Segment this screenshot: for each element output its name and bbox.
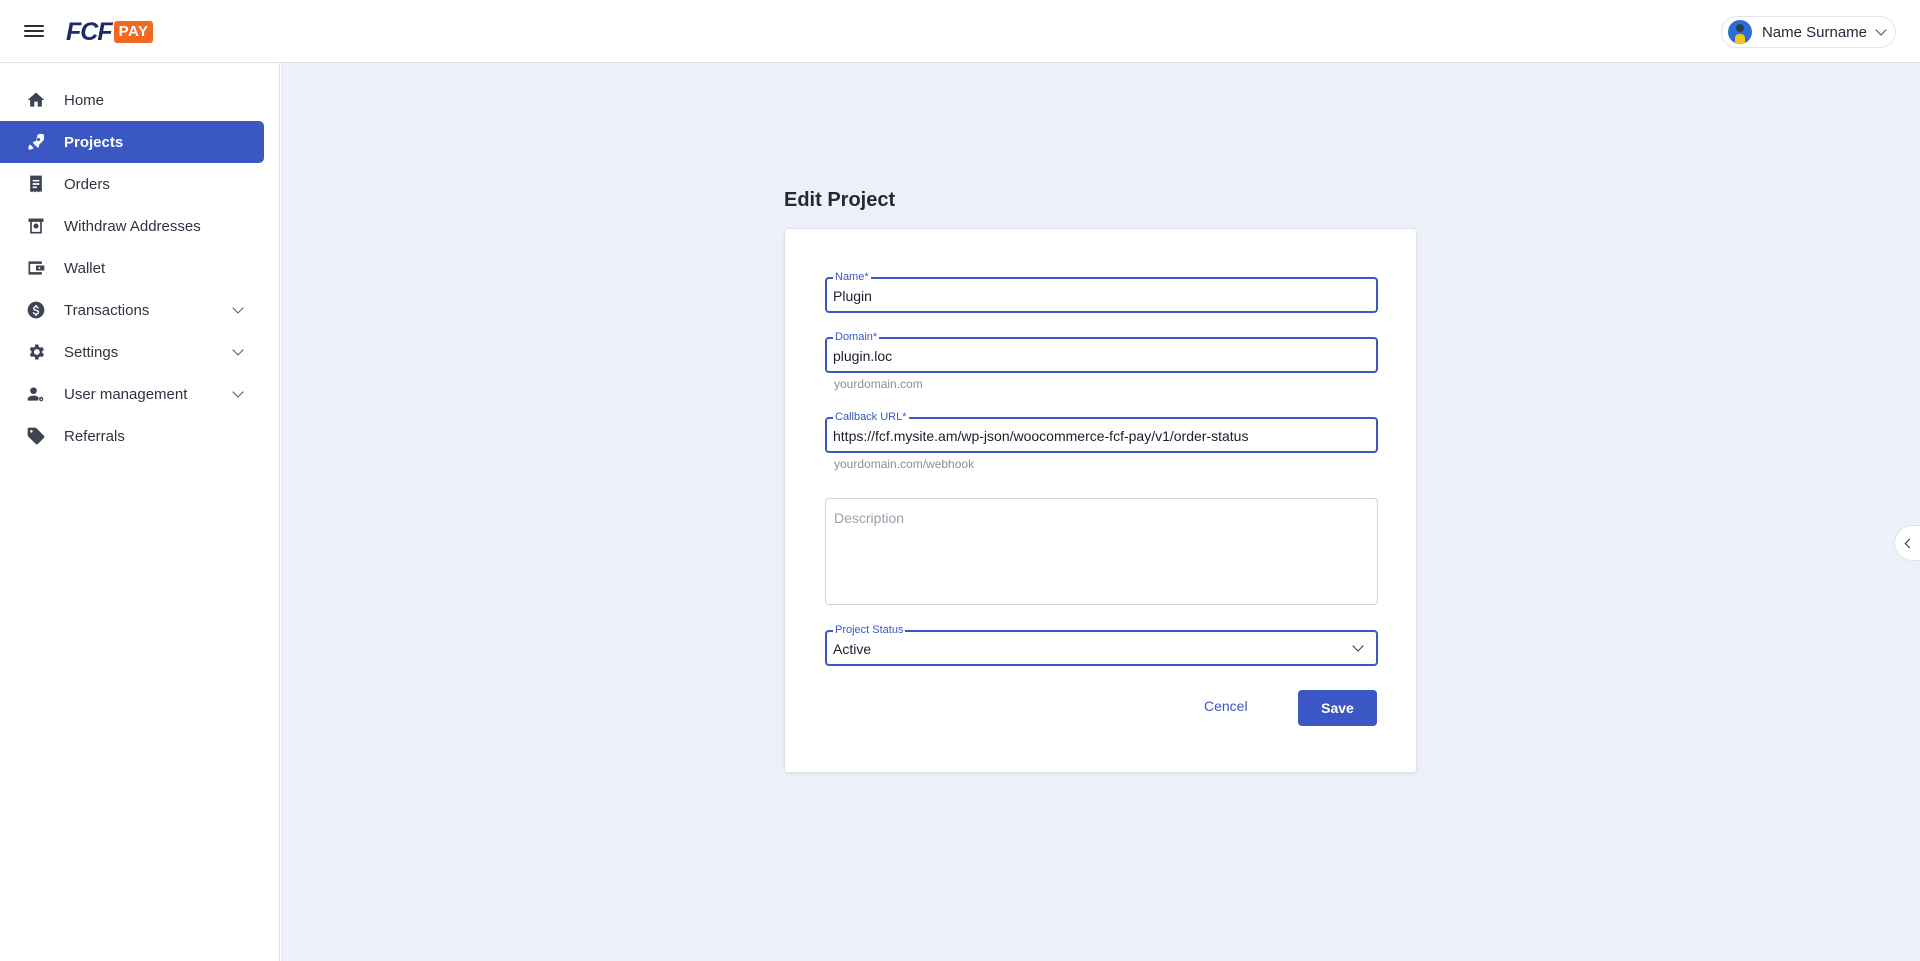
rocket-icon <box>26 132 46 152</box>
callback-url-label: Callback URL* <box>833 411 909 423</box>
home-icon <box>26 90 46 110</box>
user-gear-icon <box>26 384 46 404</box>
sidebar-item-projects[interactable]: Projects <box>0 121 264 163</box>
wallet-icon <box>26 258 46 278</box>
sidebar-item-home[interactable]: Home <box>0 79 264 121</box>
tag-icon <box>26 426 46 446</box>
sidebar-item-label: Orders <box>64 175 110 193</box>
status-field-group: Project Status Active <box>825 624 1378 666</box>
dollar-icon <box>26 300 46 320</box>
sidebar-item-referrals[interactable]: Referrals <box>0 415 264 457</box>
top-header: FCF PAY Name Surname <box>0 0 1920 63</box>
sidebar-item-label: User management <box>64 385 188 403</box>
page-title: Edit Project <box>784 189 896 211</box>
sidebar-item-user-management[interactable]: User management <box>0 373 264 415</box>
chevron-down-icon <box>232 344 244 356</box>
project-status-value: Active <box>833 641 872 657</box>
chevron-left-icon <box>1904 538 1915 549</box>
description-field-group: Description <box>825 498 1378 605</box>
logo-text: FCF <box>66 18 113 46</box>
sidebar-item-transactions[interactable]: Transactions <box>0 289 264 331</box>
name-field-label: Name* <box>833 271 871 283</box>
sidebar-item-label: Withdraw Addresses <box>64 217 201 235</box>
callback-field-group: Callback URL* https://fcf.mysite.am/wp-j… <box>825 411 1378 471</box>
sidebar-item-label: Settings <box>64 343 119 361</box>
description-placeholder: Description <box>834 510 905 526</box>
sidebar-item-orders[interactable]: Orders <box>0 163 264 205</box>
receipt-icon <box>26 174 46 194</box>
collapse-panel-button[interactable] <box>1894 525 1920 561</box>
name-field[interactable]: Name* Plugin <box>825 271 1378 313</box>
avatar <box>1727 20 1752 44</box>
callback-url-field[interactable]: Callback URL* https://fcf.mysite.am/wp-j… <box>825 411 1378 453</box>
chevron-down-icon <box>232 302 244 314</box>
sidebar-item-withdraw-addresses[interactable]: Withdraw Addresses <box>0 205 264 247</box>
gear-icon <box>26 342 46 362</box>
sidebar-item-label: Referrals <box>64 427 125 445</box>
main-content: Edit Project Name* Plugin Domain* plugin… <box>281 63 1920 961</box>
withdraw-icon <box>26 216 46 236</box>
chevron-down-icon <box>1352 640 1364 652</box>
logo-badge: PAY <box>113 21 154 43</box>
sidebar-item-label: Transactions <box>64 301 150 319</box>
domain-field-label: Domain* <box>833 331 880 343</box>
domain-field-value: plugin.loc <box>833 348 893 364</box>
save-button[interactable]: Save <box>1298 690 1377 726</box>
domain-helper-text: yourdomain.com <box>834 377 923 391</box>
domain-field-group: Domain* plugin.loc yourdomain.com <box>825 331 1378 391</box>
callback-helper-text: yourdomain.com/webhook <box>834 457 975 471</box>
chevron-down-icon <box>232 386 244 398</box>
cancel-button[interactable]: Cencel <box>1200 690 1252 722</box>
description-textarea[interactable]: Description <box>825 498 1378 605</box>
sidebar-item-label: Projects <box>64 133 124 151</box>
sidebar-item-settings[interactable]: Settings <box>0 331 264 373</box>
name-field-value: Plugin <box>833 288 872 304</box>
sidebar-item-label: Home <box>64 91 105 109</box>
domain-field[interactable]: Domain* plugin.loc <box>825 331 1378 373</box>
project-status-select[interactable]: Project Status Active <box>825 624 1378 666</box>
logo[interactable]: FCF PAY <box>66 18 154 46</box>
user-menu-button[interactable]: Name Surname <box>1720 16 1896 48</box>
sidebar-item-label: Wallet <box>64 259 106 277</box>
callback-url-value: https://fcf.mysite.am/wp-json/woocommerc… <box>833 428 1249 444</box>
chevron-down-icon <box>1875 24 1887 36</box>
user-name: Name Surname <box>1761 23 1867 41</box>
hamburger-menu-icon[interactable] <box>24 22 48 40</box>
project-status-label: Project Status <box>833 624 906 636</box>
sidebar-nav: Home Projects Orders Withdraw Addresses … <box>0 63 279 457</box>
edit-project-form: Name* Plugin Domain* plugin.loc yourdoma… <box>784 228 1417 773</box>
sidebar-item-wallet[interactable]: Wallet <box>0 247 264 289</box>
sidebar: Home Projects Orders Withdraw Addresses … <box>0 63 280 961</box>
name-field-group: Name* Plugin <box>825 271 1378 313</box>
